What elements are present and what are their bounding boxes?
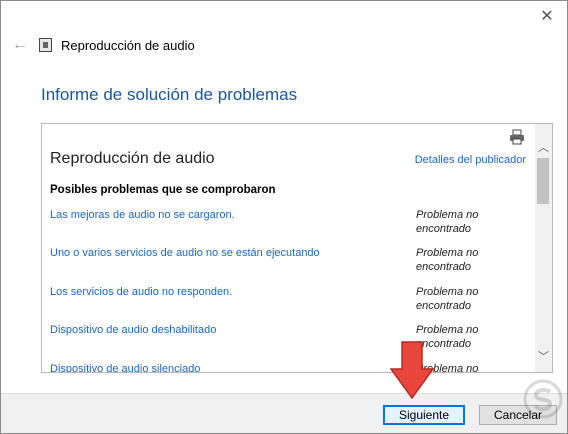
close-button[interactable]: ✕ (535, 5, 559, 27)
issue-link[interactable]: Uno o varios servicios de audio no se es… (50, 247, 410, 259)
red-down-arrow-icon (390, 341, 434, 399)
watermark-logo-icon (523, 379, 563, 419)
close-icon: ✕ (540, 8, 554, 25)
status-line: Problema no (416, 324, 479, 336)
issue-link[interactable]: Los servicios de audio no responden. (50, 286, 410, 298)
status-line: Problema no (416, 247, 479, 259)
issue-link[interactable]: Dispositivo de audio deshabilitado (50, 324, 410, 336)
status-line: encontrado (416, 261, 472, 273)
issue-status: Problema no encontrado (416, 285, 506, 313)
status-line: encontrado (416, 300, 472, 312)
back-button[interactable]: ← (9, 34, 31, 56)
scroll-thumb[interactable] (537, 158, 549, 204)
report-panel: Reproducción de audio Detalles del publi… (41, 123, 553, 373)
next-button[interactable]: Siguiente (383, 405, 465, 425)
issue-status: Problema no encontrado (416, 246, 506, 274)
title-bar: ← Reproducción de audio (1, 31, 567, 59)
audio-troubleshooter-icon (39, 38, 52, 52)
status-line: Problema no (416, 286, 479, 298)
vertical-scrollbar[interactable]: ︿ ﹀ (535, 124, 552, 372)
page-heading: Informe de solución de problemas (41, 85, 298, 104)
issue-link[interactable]: Las mejoras de audio no se cargaron. (50, 209, 410, 221)
section-heading: Posibles problemas que se comprobaron (50, 184, 276, 196)
chevron-down-icon: ﹀ (538, 350, 549, 363)
scroll-down-button[interactable]: ﹀ (535, 347, 552, 364)
issue-link[interactable]: Dispositivo de audio silenciado (50, 363, 410, 372)
button-bar: Siguiente Cancelar (1, 393, 567, 433)
window-title: Reproducción de audio (61, 38, 195, 53)
publisher-details-link[interactable]: Detalles del publicador (415, 154, 526, 166)
report-title: Reproducción de audio (50, 150, 215, 167)
chevron-up-icon: ︿ (538, 141, 549, 154)
status-line: encontrado (416, 223, 472, 235)
issue-status: Problema no encontrado (416, 208, 506, 236)
back-arrow-icon: ← (12, 36, 28, 53)
troubleshooter-window: ✕ ← Reproducción de audio Informe de sol… (0, 0, 568, 434)
scroll-up-button[interactable]: ︿ (535, 138, 552, 155)
status-line: Problema no (416, 209, 479, 221)
printer-icon[interactable] (508, 128, 526, 146)
